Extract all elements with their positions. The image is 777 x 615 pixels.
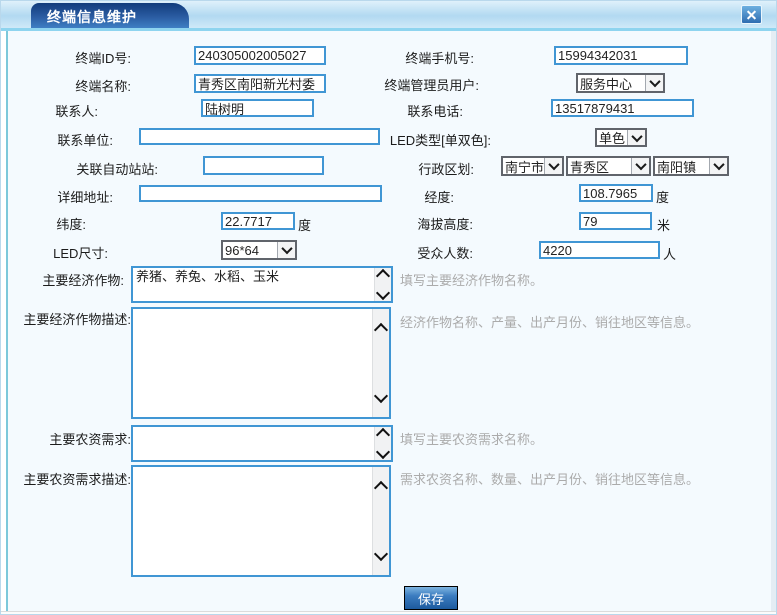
scroll-down-icon[interactable]: [376, 445, 390, 459]
chevron-down-icon: [631, 130, 642, 141]
chevron-down-icon: [635, 159, 646, 170]
led-size-label: LED尺寸:: [0, 243, 108, 262]
audience-label: 受众人数:: [273, 243, 473, 262]
altitude-input[interactable]: [579, 212, 652, 230]
scroll-up-icon[interactable]: [376, 428, 390, 442]
main-crops-desc-hint: 经济作物名称、产量、出产月份、销往地区等信息。: [400, 312, 699, 331]
longitude-input[interactable]: [579, 184, 653, 202]
agri-needs-desc-textarea[interactable]: [131, 465, 391, 577]
title-bar: 终端信息维护: [1, 1, 777, 31]
save-button[interactable]: 保存: [404, 586, 458, 610]
admin-division-town-select[interactable]: 南阳镇: [653, 156, 729, 176]
longitude-label: 经度:: [254, 187, 454, 206]
agri-needs-textarea[interactable]: [131, 425, 393, 462]
agri-needs-hint: 填写主要农资需求名称。: [400, 429, 543, 448]
contact-phone-label: 联系电话:: [263, 101, 463, 120]
scroll-down-icon[interactable]: [374, 547, 388, 561]
terminal-admin-select[interactable]: 服务中心: [576, 73, 665, 93]
terminal-phone-input[interactable]: [554, 46, 688, 65]
main-crops-label: 主要经济作物:: [0, 270, 124, 289]
admin-division-label: 行政区划:: [274, 159, 474, 178]
scroll-up-icon[interactable]: [374, 323, 388, 337]
main-crops-hint: 填写主要经济作物名称。: [400, 270, 543, 289]
address-label: 详细地址:: [0, 187, 113, 206]
chevron-down-icon: [649, 76, 660, 87]
city-value: 南宁市: [503, 158, 544, 174]
agri-needs-scrollbar[interactable]: [374, 427, 391, 460]
terminal-info-dialog: 终端信息维护 终端ID号: 终端手机号: 终端名称: 终端管理员用户: 服务中心…: [0, 0, 777, 615]
agri-needs-desc-scrollbar[interactable]: [372, 467, 389, 575]
title-tab: 终端信息维护: [31, 3, 189, 28]
audience-unit: 人: [663, 244, 676, 263]
panel-right-edge: [771, 31, 777, 611]
led-type-label: LED类型[单双色]:: [291, 130, 491, 149]
window-title: 终端信息维护: [47, 7, 137, 27]
terminal-admin-value: 服务中心: [578, 75, 645, 91]
terminal-phone-label: 终端手机号:: [274, 48, 474, 67]
contact-unit-label: 联系单位:: [0, 130, 113, 149]
led-type-value: 单色: [597, 130, 627, 145]
agri-needs-desc-hint: 需求农资名称、数量、出产月份、销往地区等信息。: [400, 469, 699, 488]
altitude-label: 海拔高度:: [273, 214, 473, 233]
chevron-down-icon: [548, 159, 559, 170]
scroll-down-icon[interactable]: [376, 286, 390, 300]
scroll-up-icon[interactable]: [376, 269, 390, 283]
scroll-down-icon[interactable]: [374, 389, 388, 403]
terminal-admin-label: 终端管理员用户:: [279, 75, 479, 94]
led-size-value: 96*64: [223, 242, 277, 258]
agri-needs-desc-label: 主要农资需求描述:: [0, 469, 131, 488]
admin-division-city-select[interactable]: 南宁市: [501, 156, 564, 176]
agri-needs-label: 主要农资需求:: [0, 429, 131, 448]
scroll-up-icon[interactable]: [374, 481, 388, 495]
terminal-id-label: 终端ID号:: [0, 48, 131, 67]
main-crops-desc-textarea[interactable]: [131, 307, 391, 419]
terminal-name-label: 终端名称:: [0, 76, 131, 95]
town-value: 南阳镇: [655, 158, 709, 174]
main-crops-textarea[interactable]: 养猪、养兔、水稻、玉米: [131, 266, 393, 303]
led-type-select[interactable]: 单色: [595, 128, 647, 147]
main-crops-desc-scrollbar[interactable]: [372, 309, 389, 417]
latitude-label: 纬度:: [0, 214, 86, 233]
district-value: 青秀区: [568, 158, 631, 174]
admin-division-district-select[interactable]: 青秀区: [566, 156, 651, 176]
altitude-unit: 米: [657, 215, 670, 234]
chevron-down-icon: [713, 159, 724, 170]
contact-label: 联系人:: [0, 101, 98, 120]
panel-bottom-edge: [1, 611, 777, 615]
main-crops-desc-label: 主要经济作物描述:: [0, 309, 131, 328]
audience-input[interactable]: [539, 241, 660, 259]
close-button[interactable]: [741, 5, 762, 24]
main-crops-scrollbar[interactable]: [374, 268, 391, 301]
longitude-unit: 度: [656, 187, 669, 206]
contact-phone-input[interactable]: [551, 99, 694, 117]
auto-station-label: 关联自动站站:: [0, 159, 158, 178]
